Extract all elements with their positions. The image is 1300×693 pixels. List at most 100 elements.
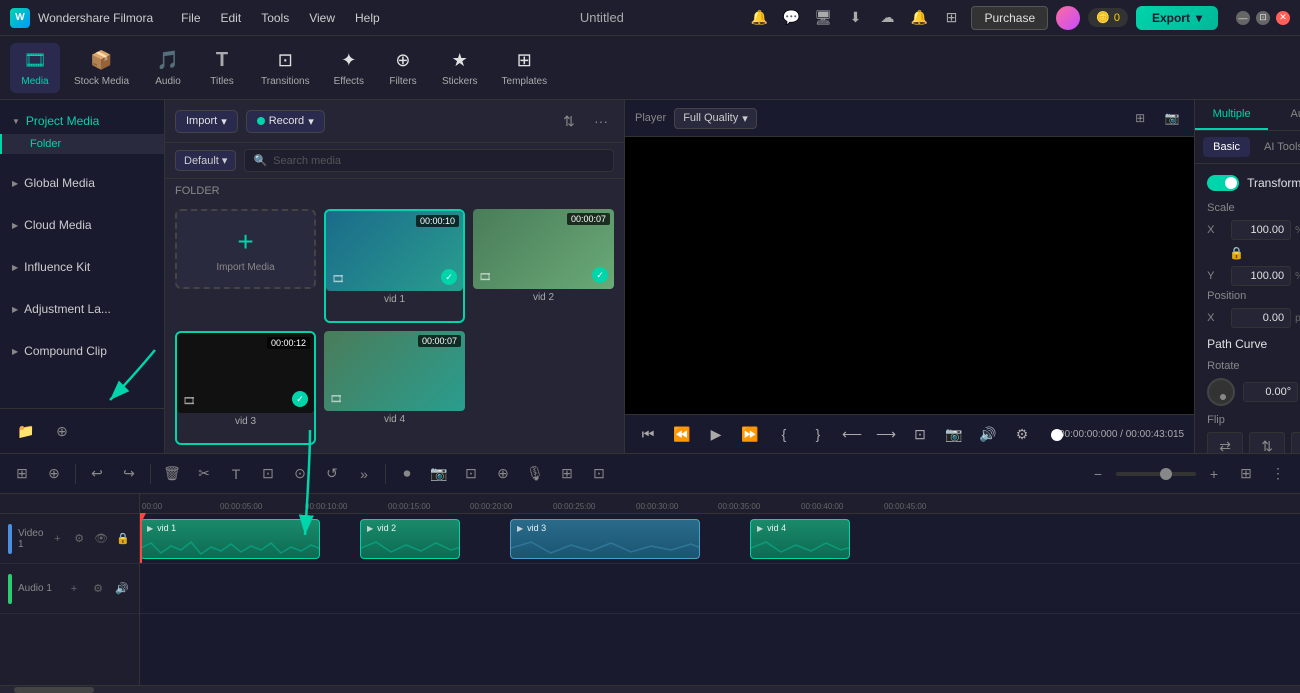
clip-vid3[interactable]: ▶ vid 3 (510, 519, 700, 559)
settings-icon[interactable]: ⚙ (1009, 421, 1035, 447)
global-media-header[interactable]: ▶ Global Media (0, 170, 164, 196)
default-dropdown[interactable]: Default ▾ (175, 150, 236, 171)
zoom-out-icon[interactable]: − (1084, 460, 1112, 488)
more-options-icon[interactable]: ··· (588, 108, 614, 134)
media-item-vid2[interactable]: 00:00:07 🎞 ✓ vid 2 (473, 209, 614, 323)
crop-icon[interactable]: ⊡ (254, 460, 282, 488)
grid-view-icon[interactable]: ⊞ (1128, 106, 1152, 130)
timeline-snap-icon[interactable]: ⊡ (457, 460, 485, 488)
prev-frame-icon[interactable]: ⏮ (635, 421, 661, 447)
toolbar-templates[interactable]: ⊞ Templates (492, 43, 558, 93)
audio1-settings-icon[interactable]: ⚙ (89, 580, 107, 598)
redo-icon[interactable]: ↪ (115, 460, 143, 488)
timeline-clip-icon[interactable]: ⊞ (553, 460, 581, 488)
lock-icon[interactable]: 🔒 (1229, 246, 1244, 260)
scrollbar-thumb[interactable] (14, 687, 94, 693)
prev-clip-icon[interactable]: ⟵ (839, 421, 865, 447)
toolbar-media[interactable]: 🎞 Media (10, 43, 60, 93)
flip-h-mirror-button[interactable]: ◫ (1291, 432, 1300, 453)
import-media-item[interactable]: + Import Media (175, 209, 316, 289)
clip-vid4[interactable]: ▶ vid 4 (750, 519, 850, 559)
snapshot-icon[interactable]: 📷 (1160, 106, 1184, 130)
rotate-dial[interactable] (1207, 378, 1235, 406)
timeline-range-icon[interactable]: ⊕ (489, 460, 517, 488)
new-folder-icon[interactable]: 📁 (12, 417, 40, 445)
search-box[interactable]: 🔍 Search media (244, 149, 614, 172)
link-icon[interactable]: ⊙ (286, 460, 314, 488)
import-button[interactable]: Import ▾ (175, 110, 238, 133)
toolbar-titles[interactable]: T Titles (197, 43, 247, 93)
subtab-ai-tools[interactable]: AI Tools (1254, 137, 1300, 157)
play-icon[interactable]: ▶ (703, 421, 729, 447)
scale-x-input[interactable] (1231, 220, 1291, 240)
timeline-split-icon[interactable]: ⊡ (585, 460, 613, 488)
timeline-settings-icon[interactable]: ⊞ (8, 460, 36, 488)
menu-edit[interactable]: Edit (221, 11, 242, 25)
monitor-icon[interactable]: 🖥 (811, 6, 835, 30)
menu-view[interactable]: View (309, 11, 335, 25)
bell-icon[interactable]: 🔔 (907, 6, 931, 30)
toolbar-stock-media[interactable]: 📦 Stock Media (64, 43, 139, 93)
adjustment-header[interactable]: ▶ Adjustment La... (0, 296, 164, 322)
sort-icon[interactable]: ⇅ (556, 108, 582, 134)
timeline-magnet-icon[interactable]: ⊕ (40, 460, 68, 488)
toolbar-stickers[interactable]: ★ Stickers (432, 43, 488, 93)
menu-help[interactable]: Help (355, 11, 380, 25)
cloud-media-header[interactable]: ▶ Cloud Media (0, 212, 164, 238)
chat-icon[interactable]: 💬 (779, 6, 803, 30)
mark-in-icon[interactable]: { (771, 421, 797, 447)
video1-add-icon[interactable]: + (49, 530, 65, 548)
zoom-in-icon[interactable]: + (1200, 460, 1228, 488)
tab-multiple[interactable]: Multiple (1195, 100, 1268, 130)
scale-y-input[interactable] (1231, 266, 1291, 286)
audio1-mute-icon[interactable]: 🔊 (113, 580, 131, 598)
speaker-icon[interactable]: 🔊 (975, 421, 1001, 447)
audio1-add-icon[interactable]: + (65, 580, 83, 598)
quality-dropdown[interactable]: Full Quality ▾ (674, 108, 757, 129)
media-item-vid1[interactable]: 00:00:10 🎞 ✓ vid 1 (324, 209, 465, 323)
grid-tl-icon[interactable]: ⊞ (1232, 460, 1260, 488)
smart-collection-icon[interactable]: ⊕ (48, 417, 76, 445)
undo-icon[interactable]: ↩ (83, 460, 111, 488)
progress-thumb[interactable] (1051, 429, 1063, 441)
record-button[interactable]: Record ▾ (246, 110, 325, 133)
folder-item[interactable]: Folder (0, 134, 164, 154)
subtab-basic[interactable]: Basic (1203, 137, 1250, 157)
video1-lock-icon[interactable]: 🔒 (115, 530, 131, 548)
cut-icon[interactable]: ✂ (190, 460, 218, 488)
media-item-vid4[interactable]: 00:00:07 🎞 vid 4 (324, 331, 465, 445)
toolbar-audio[interactable]: 🎵 Audio (143, 43, 193, 93)
download-icon[interactable]: ⬇ (843, 6, 867, 30)
text-icon[interactable]: T (222, 460, 250, 488)
video1-eye-icon[interactable]: 👁 (93, 530, 109, 548)
camera-icon[interactable]: 📷 (941, 421, 967, 447)
pos-x-input[interactable] (1231, 308, 1291, 328)
minimize-button[interactable]: — (1236, 11, 1250, 25)
rotate-input[interactable] (1243, 382, 1298, 402)
timeline-play-icon[interactable]: ⏺ (393, 460, 421, 488)
toolbar-filters[interactable]: ⊕ Filters (378, 43, 428, 93)
export-button[interactable]: Export ▾ (1136, 6, 1218, 30)
more-tl-icon[interactable]: » (350, 460, 378, 488)
timeline-cam-icon[interactable]: 📷 (425, 460, 453, 488)
step-forward-icon[interactable]: ⏩ (737, 421, 763, 447)
flip-vertical-button[interactable]: ⇅ (1249, 432, 1285, 453)
step-back-icon[interactable]: ⏪ (669, 421, 695, 447)
mark-out-icon[interactable]: } (805, 421, 831, 447)
next-clip-icon[interactable]: ⟶ (873, 421, 899, 447)
clip-vid1[interactable]: ▶ vid 1 (140, 519, 320, 559)
zoom-thumb[interactable] (1160, 468, 1172, 480)
video1-settings-icon[interactable]: ⚙ (71, 530, 87, 548)
maximize-button[interactable]: ⊡ (1256, 11, 1270, 25)
purchase-button[interactable]: Purchase (971, 6, 1048, 30)
tab-audio[interactable]: Audio (1268, 100, 1300, 130)
menu-tools[interactable]: Tools (261, 11, 289, 25)
flip-horizontal-button[interactable]: ⇄ (1207, 432, 1243, 453)
full-screen-icon[interactable]: ⊡ (907, 421, 933, 447)
notification-icon[interactable]: 🔔 (747, 6, 771, 30)
more-right-icon[interactable]: ⋮ (1264, 460, 1292, 488)
toolbar-effects[interactable]: ✦ Effects (324, 43, 374, 93)
grid-icon[interactable]: ⊞ (939, 6, 963, 30)
toolbar-transitions[interactable]: ⊡ Transitions (251, 43, 320, 93)
clip-vid2[interactable]: ▶ vid 2 (360, 519, 460, 559)
